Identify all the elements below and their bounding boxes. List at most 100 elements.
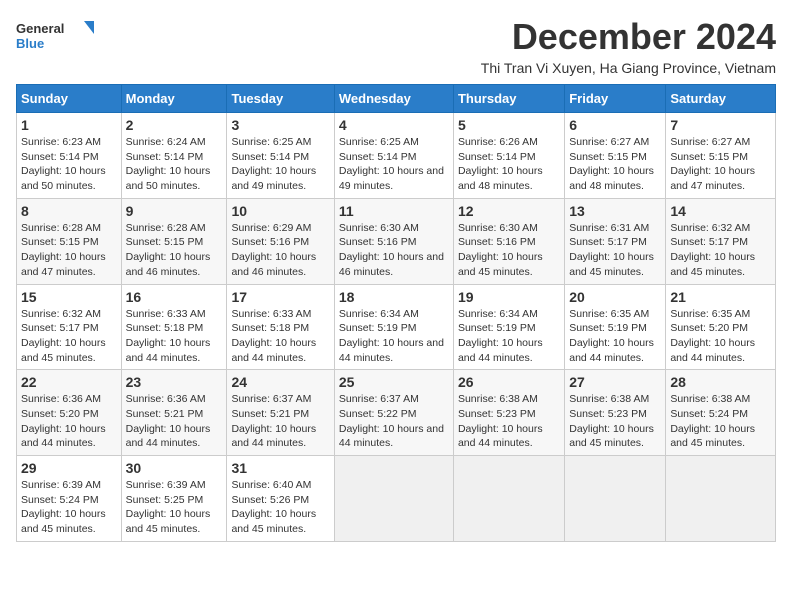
day-number: 24 <box>231 374 329 390</box>
location: Thi Tran Vi Xuyen, Ha Giang Province, Vi… <box>481 60 776 76</box>
day-info: Sunrise: 6:34 AM Sunset: 5:19 PM Dayligh… <box>339 307 449 366</box>
calendar-cell: 27 Sunrise: 6:38 AM Sunset: 5:23 PM Dayl… <box>565 370 666 456</box>
day-info: Sunrise: 6:29 AM Sunset: 5:16 PM Dayligh… <box>231 221 329 280</box>
calendar-week-row: 22 Sunrise: 6:36 AM Sunset: 5:20 PM Dayl… <box>17 370 776 456</box>
calendar-cell: 17 Sunrise: 6:33 AM Sunset: 5:18 PM Dayl… <box>227 284 334 370</box>
calendar-cell: 3 Sunrise: 6:25 AM Sunset: 5:14 PM Dayli… <box>227 113 334 199</box>
calendar-cell: 5 Sunrise: 6:26 AM Sunset: 5:14 PM Dayli… <box>453 113 564 199</box>
calendar-cell: 30 Sunrise: 6:39 AM Sunset: 5:25 PM Dayl… <box>121 456 227 542</box>
calendar-cell: 1 Sunrise: 6:23 AM Sunset: 5:14 PM Dayli… <box>17 113 122 199</box>
calendar-cell: 12 Sunrise: 6:30 AM Sunset: 5:16 PM Dayl… <box>453 198 564 284</box>
day-info: Sunrise: 6:33 AM Sunset: 5:18 PM Dayligh… <box>126 307 223 366</box>
header-wednesday: Wednesday <box>334 85 453 113</box>
day-info: Sunrise: 6:24 AM Sunset: 5:14 PM Dayligh… <box>126 135 223 194</box>
calendar-cell: 20 Sunrise: 6:35 AM Sunset: 5:19 PM Dayl… <box>565 284 666 370</box>
calendar-table: Sunday Monday Tuesday Wednesday Thursday… <box>16 84 776 542</box>
calendar-cell: 23 Sunrise: 6:36 AM Sunset: 5:21 PM Dayl… <box>121 370 227 456</box>
day-info: Sunrise: 6:26 AM Sunset: 5:14 PM Dayligh… <box>458 135 560 194</box>
calendar-cell: 29 Sunrise: 6:39 AM Sunset: 5:24 PM Dayl… <box>17 456 122 542</box>
day-info: Sunrise: 6:25 AM Sunset: 5:14 PM Dayligh… <box>339 135 449 194</box>
day-info: Sunrise: 6:36 AM Sunset: 5:20 PM Dayligh… <box>21 392 117 451</box>
day-number: 12 <box>458 203 560 219</box>
day-info: Sunrise: 6:30 AM Sunset: 5:16 PM Dayligh… <box>339 221 449 280</box>
day-number: 15 <box>21 289 117 305</box>
day-number: 22 <box>21 374 117 390</box>
day-number: 18 <box>339 289 449 305</box>
header-tuesday: Tuesday <box>227 85 334 113</box>
header-monday: Monday <box>121 85 227 113</box>
calendar-week-row: 15 Sunrise: 6:32 AM Sunset: 5:17 PM Dayl… <box>17 284 776 370</box>
month-year: December 2024 <box>481 16 776 58</box>
day-info: Sunrise: 6:37 AM Sunset: 5:21 PM Dayligh… <box>231 392 329 451</box>
day-number: 30 <box>126 460 223 476</box>
day-info: Sunrise: 6:28 AM Sunset: 5:15 PM Dayligh… <box>21 221 117 280</box>
calendar-cell: 11 Sunrise: 6:30 AM Sunset: 5:16 PM Dayl… <box>334 198 453 284</box>
day-info: Sunrise: 6:27 AM Sunset: 5:15 PM Dayligh… <box>569 135 661 194</box>
calendar-cell: 2 Sunrise: 6:24 AM Sunset: 5:14 PM Dayli… <box>121 113 227 199</box>
day-info: Sunrise: 6:25 AM Sunset: 5:14 PM Dayligh… <box>231 135 329 194</box>
day-info: Sunrise: 6:28 AM Sunset: 5:15 PM Dayligh… <box>126 221 223 280</box>
calendar-cell: 10 Sunrise: 6:29 AM Sunset: 5:16 PM Dayl… <box>227 198 334 284</box>
day-number: 28 <box>670 374 771 390</box>
day-number: 14 <box>670 203 771 219</box>
calendar-cell: 18 Sunrise: 6:34 AM Sunset: 5:19 PM Dayl… <box>334 284 453 370</box>
day-info: Sunrise: 6:27 AM Sunset: 5:15 PM Dayligh… <box>670 135 771 194</box>
header-friday: Friday <box>565 85 666 113</box>
day-info: Sunrise: 6:30 AM Sunset: 5:16 PM Dayligh… <box>458 221 560 280</box>
day-info: Sunrise: 6:40 AM Sunset: 5:26 PM Dayligh… <box>231 478 329 537</box>
logo: General Blue <box>16 16 96 56</box>
calendar-cell <box>453 456 564 542</box>
header-thursday: Thursday <box>453 85 564 113</box>
day-number: 26 <box>458 374 560 390</box>
calendar-cell: 19 Sunrise: 6:34 AM Sunset: 5:19 PM Dayl… <box>453 284 564 370</box>
day-info: Sunrise: 6:35 AM Sunset: 5:20 PM Dayligh… <box>670 307 771 366</box>
calendar-week-row: 1 Sunrise: 6:23 AM Sunset: 5:14 PM Dayli… <box>17 113 776 199</box>
calendar-cell: 22 Sunrise: 6:36 AM Sunset: 5:20 PM Dayl… <box>17 370 122 456</box>
day-number: 27 <box>569 374 661 390</box>
calendar-cell: 9 Sunrise: 6:28 AM Sunset: 5:15 PM Dayli… <box>121 198 227 284</box>
calendar-cell: 28 Sunrise: 6:38 AM Sunset: 5:24 PM Dayl… <box>666 370 776 456</box>
calendar-cell: 16 Sunrise: 6:33 AM Sunset: 5:18 PM Dayl… <box>121 284 227 370</box>
day-info: Sunrise: 6:31 AM Sunset: 5:17 PM Dayligh… <box>569 221 661 280</box>
day-number: 29 <box>21 460 117 476</box>
day-number: 5 <box>458 117 560 133</box>
day-number: 10 <box>231 203 329 219</box>
day-info: Sunrise: 6:37 AM Sunset: 5:22 PM Dayligh… <box>339 392 449 451</box>
calendar-cell: 7 Sunrise: 6:27 AM Sunset: 5:15 PM Dayli… <box>666 113 776 199</box>
day-info: Sunrise: 6:33 AM Sunset: 5:18 PM Dayligh… <box>231 307 329 366</box>
day-info: Sunrise: 6:32 AM Sunset: 5:17 PM Dayligh… <box>670 221 771 280</box>
day-number: 23 <box>126 374 223 390</box>
day-info: Sunrise: 6:39 AM Sunset: 5:25 PM Dayligh… <box>126 478 223 537</box>
day-info: Sunrise: 6:34 AM Sunset: 5:19 PM Dayligh… <box>458 307 560 366</box>
calendar-cell: 14 Sunrise: 6:32 AM Sunset: 5:17 PM Dayl… <box>666 198 776 284</box>
day-info: Sunrise: 6:35 AM Sunset: 5:19 PM Dayligh… <box>569 307 661 366</box>
day-number: 19 <box>458 289 560 305</box>
day-number: 7 <box>670 117 771 133</box>
day-number: 16 <box>126 289 223 305</box>
calendar-cell <box>666 456 776 542</box>
calendar-cell: 8 Sunrise: 6:28 AM Sunset: 5:15 PM Dayli… <box>17 198 122 284</box>
calendar-week-row: 8 Sunrise: 6:28 AM Sunset: 5:15 PM Dayli… <box>17 198 776 284</box>
weekday-header-row: Sunday Monday Tuesday Wednesday Thursday… <box>17 85 776 113</box>
day-number: 8 <box>21 203 117 219</box>
svg-text:Blue: Blue <box>16 36 44 51</box>
day-number: 25 <box>339 374 449 390</box>
header-saturday: Saturday <box>666 85 776 113</box>
calendar-cell: 6 Sunrise: 6:27 AM Sunset: 5:15 PM Dayli… <box>565 113 666 199</box>
day-number: 11 <box>339 203 449 219</box>
calendar-week-row: 29 Sunrise: 6:39 AM Sunset: 5:24 PM Dayl… <box>17 456 776 542</box>
day-number: 4 <box>339 117 449 133</box>
calendar-cell: 24 Sunrise: 6:37 AM Sunset: 5:21 PM Dayl… <box>227 370 334 456</box>
day-info: Sunrise: 6:23 AM Sunset: 5:14 PM Dayligh… <box>21 135 117 194</box>
calendar-cell: 31 Sunrise: 6:40 AM Sunset: 5:26 PM Dayl… <box>227 456 334 542</box>
header-sunday: Sunday <box>17 85 122 113</box>
day-number: 21 <box>670 289 771 305</box>
calendar-cell <box>565 456 666 542</box>
day-number: 6 <box>569 117 661 133</box>
day-number: 3 <box>231 117 329 133</box>
day-info: Sunrise: 6:38 AM Sunset: 5:23 PM Dayligh… <box>458 392 560 451</box>
day-number: 13 <box>569 203 661 219</box>
day-number: 9 <box>126 203 223 219</box>
calendar-cell <box>334 456 453 542</box>
day-number: 20 <box>569 289 661 305</box>
